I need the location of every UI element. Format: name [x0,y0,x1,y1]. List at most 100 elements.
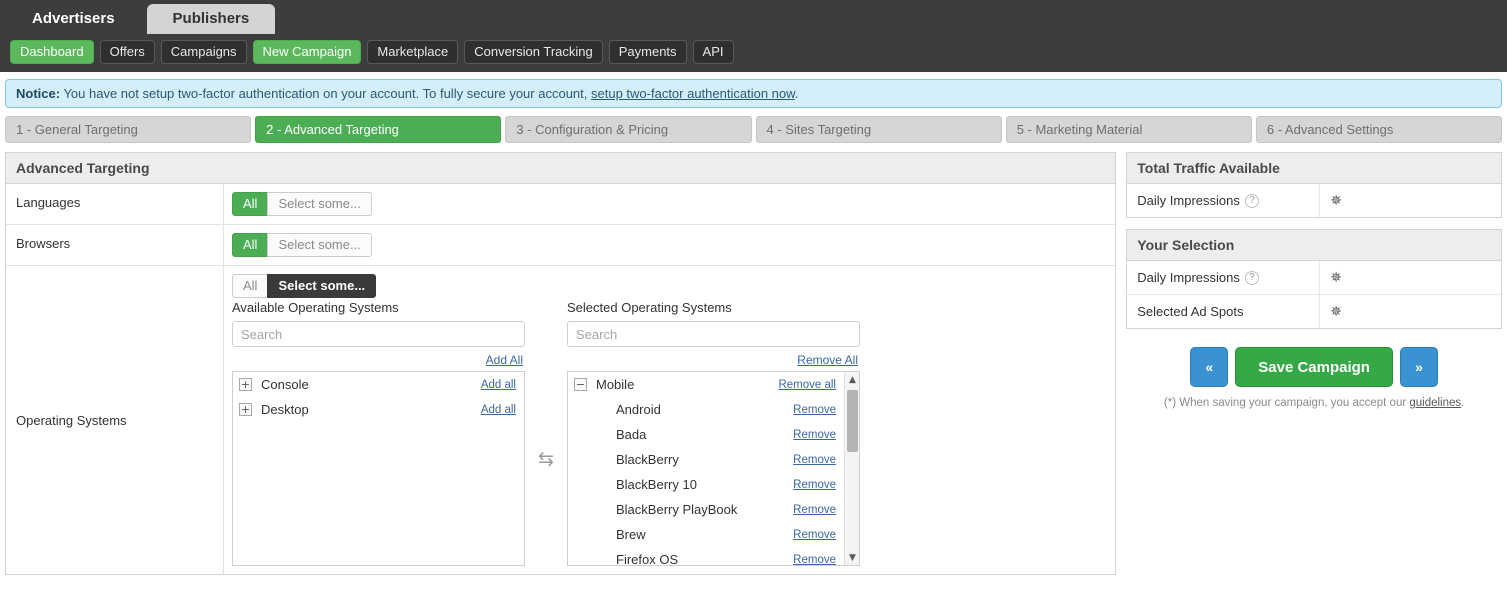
list-item[interactable]: Android Remove [568,397,844,422]
list-item-label: Mobile [596,377,635,392]
save-actions: « Save Campaign » (*) When saving your c… [1126,340,1502,409]
add-all-group-link[interactable]: Add all [481,404,516,416]
row-key: Daily Impressions ? [1127,184,1321,217]
nav-item-label: Campaigns [170,44,237,59]
languages-select-some-button[interactable]: Select some... [267,192,372,216]
row-body-browsers: All Select some... [224,225,1115,265]
step-5-marketing-material[interactable]: 5 - Marketing Material [1005,116,1252,143]
remove-link[interactable]: Remove [793,504,836,516]
loading-spinner-icon: ✵ [1330,304,1342,320]
wizard-steps: 1 - General Targeting 2 - Advanced Targe… [0,108,1507,143]
nav-item-label: Dashboard [20,44,84,59]
available-os-listbox[interactable]: + Console Add all + Desktop Add all [232,371,525,566]
row-label: Daily Impressions [1137,193,1240,208]
notice-link-setup-2fa[interactable]: setup two-factor authentication now [591,86,795,101]
account-tab-advertisers[interactable]: Advertisers [6,4,141,34]
os-toggle-group: All Select some... [232,274,1107,298]
add-all-group-link[interactable]: Add all [481,379,516,391]
list-item-label: BlackBerry 10 [616,477,697,492]
step-6-advanced-settings[interactable]: 6 - Advanced Settings [1255,116,1503,143]
languages-all-button[interactable]: All [232,192,269,216]
os-select-some-button[interactable]: Select some... [267,274,377,298]
nav-item-campaigns[interactable]: Campaigns [160,40,247,64]
list-item[interactable]: BlackBerry 10 Remove [568,472,844,497]
step-2-advanced-targeting[interactable]: 2 - Advanced Targeting [255,116,502,143]
list-item[interactable]: BlackBerry Remove [568,447,844,472]
list-item[interactable]: BlackBerry PlayBook Remove [568,497,844,522]
nav-item-label: Conversion Tracking [474,44,593,59]
selected-os-scrollbar[interactable]: ▲ ▼ [844,372,859,565]
next-step-button[interactable]: » [1399,347,1438,387]
row-browsers: Browsers All Select some... [6,225,1116,266]
nav-item-conversion-tracking[interactable]: Conversion Tracking [464,40,603,64]
next-step-label: » [1415,359,1423,375]
remove-link[interactable]: Remove [793,554,836,566]
guidelines-prefix: (*) When saving your campaign, you accep… [1163,397,1410,409]
nav-item-api[interactable]: API [692,40,734,64]
remove-all-link[interactable]: Remove All [797,353,858,367]
selected-os-listbox[interactable]: − Mobile Remove all Android Remove Bada … [567,371,860,566]
panel-title: Advanced Targeting [6,153,1116,184]
toggle-label: Select some... [278,278,366,293]
account-tab-label: Advertisers [32,10,115,27]
row-label-operating-systems: Operating Systems [6,266,224,574]
nav-item-label: Marketplace [377,44,449,59]
notice-prefix: Notice: [16,86,61,101]
nav-item-offers[interactable]: Offers [99,40,155,64]
nav-item-payments[interactable]: Payments [608,40,687,64]
nav-item-label: API [702,44,724,59]
scrollbar-thumb[interactable] [847,390,858,452]
help-icon[interactable]: ? [1244,193,1259,208]
remove-all-group-link[interactable]: Remove all [778,379,836,391]
remove-link[interactable]: Remove [793,404,836,416]
remove-link[interactable]: Remove [793,529,836,541]
your-selection-row-selected-ad-spots: Selected Ad Spots ✵ [1127,295,1501,328]
left-column: Advanced Targeting Languages All Select … [5,152,1117,575]
scroll-down-icon[interactable]: ▼ [845,550,859,565]
remove-link[interactable]: Remove [793,429,836,441]
list-item[interactable]: Firefox OS Remove [568,547,844,566]
browsers-all-button[interactable]: All [232,233,269,257]
remove-link[interactable]: Remove [793,479,836,491]
nav-item-marketplace[interactable]: Marketplace [367,40,459,64]
available-os-bulk-actions: Add All [232,347,525,371]
row-operating-systems: Operating Systems All Select some... Ava… [6,266,1115,574]
step-3-configuration-pricing[interactable]: 3 - Configuration & Pricing [505,116,752,143]
toggle-label: Select some... [278,237,361,252]
row-body-operating-systems: All Select some... Available Operating S… [224,266,1115,574]
loading-spinner-icon: ✵ [1330,270,1342,286]
os-all-button[interactable]: All [232,274,269,298]
loading-spinner-icon: ✵ [1330,193,1342,209]
list-item[interactable]: + Console Add all [233,372,524,397]
step-4-sites-targeting[interactable]: 4 - Sites Targeting [755,116,1002,143]
languages-toggle-group: All Select some... [232,192,1107,216]
previous-step-button[interactable]: « [1190,347,1229,387]
nav-item-new-campaign[interactable]: New Campaign [252,40,362,64]
selected-os-search-input[interactable] [567,321,860,347]
list-item[interactable]: + Desktop Add all [233,397,524,422]
save-campaign-button[interactable]: Save Campaign [1235,347,1393,387]
browsers-select-some-button[interactable]: Select some... [267,233,372,257]
total-traffic-title: Total Traffic Available [1127,153,1501,184]
scroll-up-icon[interactable]: ▲ [845,372,859,387]
plus-icon[interactable]: + [239,403,252,416]
list-item[interactable]: − Mobile Remove all [568,372,844,397]
available-os-search-input[interactable] [232,321,525,347]
minus-icon[interactable]: − [574,378,587,391]
step-1-general-targeting[interactable]: 1 - General Targeting [5,116,252,143]
account-tab-publishers[interactable]: Publishers [146,4,276,34]
row-label: Selected Ad Spots [1137,304,1244,319]
selected-os-title: Selected Operating Systems [567,300,732,315]
row-label-browsers: Browsers [6,225,224,265]
add-all-link[interactable]: Add All [486,353,523,367]
remove-link[interactable]: Remove [793,454,836,466]
guidelines-link[interactable]: guidelines [1409,397,1461,409]
list-item[interactable]: Brew Remove [568,522,844,547]
list-item[interactable]: Bada Remove [568,422,844,447]
nav-item-label: New Campaign [262,44,352,59]
plus-icon[interactable]: + [239,378,252,391]
your-selection-row-daily-impressions: Daily Impressions ? ✵ [1127,261,1501,295]
nav-item-dashboard[interactable]: Dashboard [10,40,94,64]
transfer-arrows-icon[interactable]: ⇆ [538,450,554,469]
help-icon[interactable]: ? [1244,270,1259,285]
